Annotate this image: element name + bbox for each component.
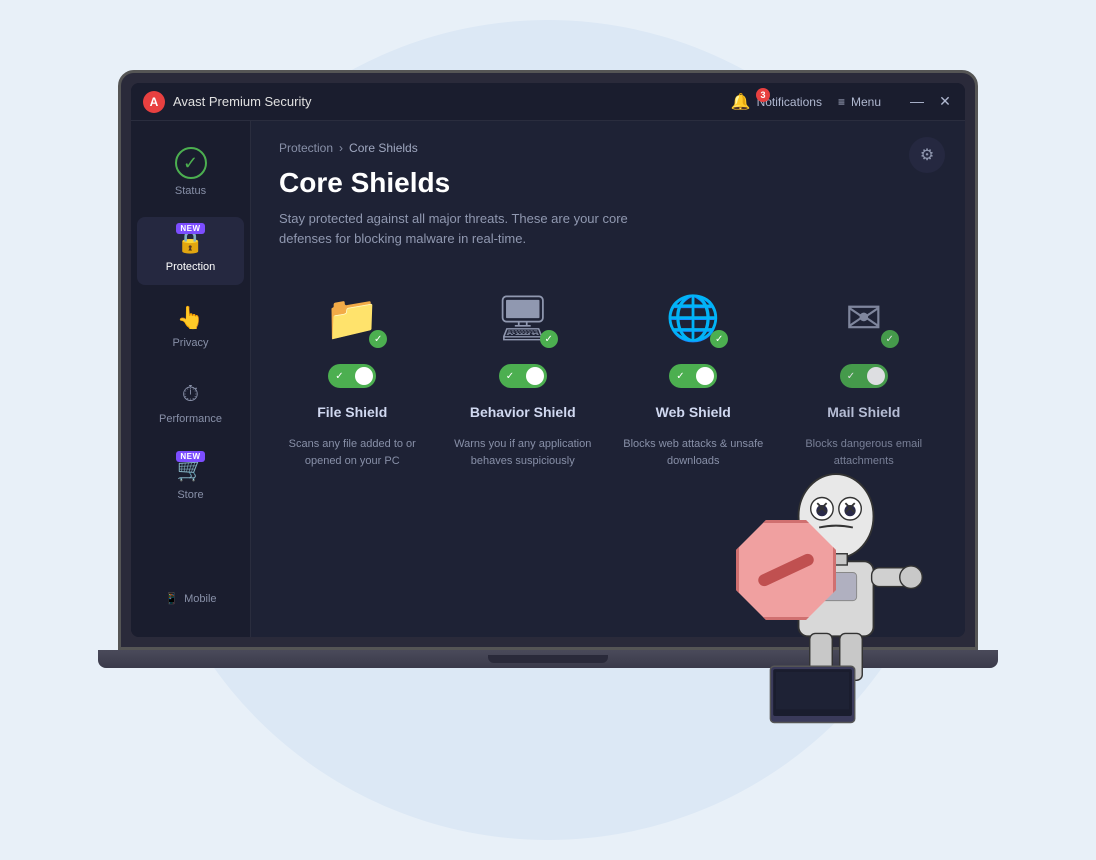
mail-shield-toggle[interactable]: ✓ — [840, 364, 888, 388]
settings-button[interactable]: ⚙ — [909, 137, 945, 173]
behavior-shield-desc: Warns you if any application behaves sus… — [450, 436, 597, 469]
file-shield-card: 📁 ✓ ✓ File Shield Scans any file added t… — [279, 288, 426, 469]
file-shield-name: File Shield — [317, 404, 387, 420]
check-icon: ✓ — [183, 153, 198, 174]
sidebar-item-performance[interactable]: ⏱ Performance — [137, 369, 244, 437]
new-badge-protection: NEW — [176, 223, 204, 234]
behavior-shield-toggle[interactable]: ✓ — [499, 364, 547, 388]
mail-shield-name: Mail Shield — [827, 404, 900, 420]
minimize-button[interactable]: — — [909, 93, 925, 110]
laptop-base — [98, 650, 998, 668]
speedometer-icon: ⏱ — [182, 381, 199, 407]
behavior-shield-icon-wrapper: 🖥 ✓ — [488, 288, 558, 348]
file-shield-toggle[interactable]: ✓ — [328, 364, 376, 388]
sidebar-item-privacy[interactable]: 👆 Privacy — [137, 293, 244, 361]
mobile-label: Mobile — [184, 593, 216, 605]
sidebar-label-performance: Performance — [159, 413, 222, 425]
behavior-shield-card: 🖥 ✓ ✓ Behavior Shield Warns you if any a… — [450, 288, 597, 469]
breadcrumb-separator: › — [339, 141, 343, 155]
mobile-button[interactable]: 📱 Mobile — [152, 584, 228, 613]
mail-icon: ✉ — [845, 293, 882, 344]
sidebar-item-protection[interactable]: NEW 🔒 Protection — [137, 217, 244, 285]
mail-shield-check: ✓ — [881, 330, 899, 348]
new-badge-store: NEW — [176, 451, 204, 462]
window-controls: — ✕ — [909, 93, 953, 110]
sidebar: ✓ Status NEW 🔒 Protection 👆 Privacy — [131, 121, 251, 637]
mail-shield-icon-wrapper: ✉ ✓ — [829, 288, 899, 348]
toggle-check-icon: ✓ — [676, 371, 684, 382]
stop-sign-shape — [736, 520, 836, 620]
behavior-shield-check: ✓ — [540, 330, 558, 348]
file-shield-icon-wrapper: 📁 ✓ — [317, 288, 387, 348]
fingerprint-icon: 👆 — [177, 305, 204, 331]
file-shield-desc: Scans any file added to or opened on you… — [279, 436, 426, 469]
toggle-check-icon: ✓ — [847, 371, 855, 382]
web-shield-toggle[interactable]: ✓ — [669, 364, 717, 388]
breadcrumb: Protection › Core Shields — [279, 141, 937, 155]
app-logo: A — [143, 91, 165, 113]
sidebar-label-status: Status — [175, 185, 206, 197]
web-shield-icon-wrapper: 🌐 ✓ — [658, 288, 728, 348]
stop-sign-illustration — [736, 520, 856, 640]
title-bar: A Avast Premium Security 3 🔔 Notificatio… — [131, 83, 965, 121]
file-shield-check: ✓ — [369, 330, 387, 348]
menu-button[interactable]: ≡ Menu — [838, 95, 881, 109]
status-icon-circle: ✓ — [175, 147, 207, 179]
close-button[interactable]: ✕ — [937, 93, 953, 110]
breadcrumb-parent[interactable]: Protection — [279, 141, 333, 155]
toggle-check-icon: ✓ — [335, 371, 343, 382]
breadcrumb-current: Core Shields — [349, 141, 418, 155]
notification-badge: 3 — [756, 88, 770, 102]
page-title: Core Shields — [279, 167, 937, 199]
sidebar-item-status[interactable]: ✓ Status — [137, 135, 244, 209]
sidebar-bottom: 📱 Mobile — [131, 572, 250, 625]
menu-label: Menu — [851, 95, 881, 109]
behavior-shield-name: Behavior Shield — [470, 404, 576, 420]
laptop-notch — [488, 655, 608, 663]
shields-grid: 📁 ✓ ✓ File Shield Scans any file added t… — [279, 288, 937, 469]
sidebar-label-privacy: Privacy — [172, 337, 208, 349]
bell-icon: 🔔 — [731, 92, 751, 112]
laptop-wrapper: A Avast Premium Security 3 🔔 Notificatio… — [98, 70, 998, 790]
mail-shield-card: ✉ ✓ ✓ Mail Shield Blocks dangerous email… — [791, 288, 938, 469]
notifications-button[interactable]: 3 🔔 Notifications — [731, 92, 822, 112]
sidebar-item-store[interactable]: NEW 🛒 Store — [137, 445, 244, 513]
content-area: ⚙ Protection › Core Shields Core Shields… — [251, 121, 965, 637]
web-shield-name: Web Shield — [656, 404, 731, 420]
web-shield-desc: Blocks web attacks & unsafe downloads — [620, 436, 767, 469]
title-bar-actions: 3 🔔 Notifications ≡ Menu — ✕ — [731, 92, 953, 112]
page-description: Stay protected against all major threats… — [279, 209, 639, 248]
sidebar-label-store: Store — [177, 489, 203, 501]
gear-icon: ⚙ — [920, 145, 934, 165]
web-shield-check: ✓ — [710, 330, 728, 348]
sidebar-label-protection: Protection — [166, 261, 216, 273]
stop-line — [756, 552, 815, 588]
app-title: Avast Premium Security — [173, 94, 731, 109]
web-shield-card: 🌐 ✓ ✓ Web Shield Blocks web attacks & un… — [620, 288, 767, 469]
mail-shield-desc: Blocks dangerous email attachments — [791, 436, 938, 469]
toggle-check-icon: ✓ — [506, 371, 514, 382]
menu-icon: ≡ — [838, 95, 845, 109]
mobile-icon: 📱 — [164, 592, 178, 605]
